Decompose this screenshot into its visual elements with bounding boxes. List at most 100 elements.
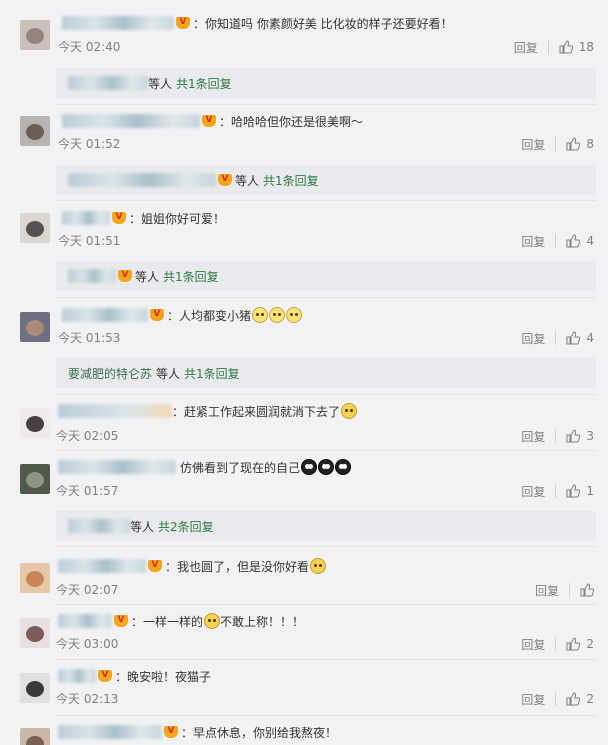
reply-button[interactable]: 回复: [521, 233, 545, 250]
username[interactable]: [62, 114, 200, 128]
comment-text: ：赶紧工作起来圆润就消下去了: [172, 404, 341, 419]
avatar[interactable]: [20, 116, 50, 146]
username[interactable]: [58, 614, 112, 628]
reply-suffix: 等人: [156, 366, 181, 381]
pout-emoji-icon: [310, 558, 327, 574]
separator: [569, 583, 570, 597]
avatar[interactable]: [20, 464, 50, 494]
reply-button[interactable]: 回复: [535, 582, 559, 599]
avatar[interactable]: [20, 408, 50, 438]
like-count: 18: [578, 40, 594, 54]
separator: [555, 429, 557, 443]
vip-crown-icon: V: [202, 115, 216, 127]
smile-emoji-icon: [341, 403, 358, 419]
like-count: 2: [586, 692, 594, 706]
like-count: 4: [586, 331, 594, 345]
thumbs-up-icon[interactable]: [566, 484, 581, 498]
comment-line: V ：早点休息，你别给我熬夜！: [58, 723, 337, 741]
thumbs-up-icon[interactable]: [559, 40, 573, 54]
username[interactable]: [62, 211, 110, 225]
reply-button[interactable]: 回复: [521, 691, 545, 708]
reply-button[interactable]: 回复: [521, 428, 545, 445]
comment-text: ：姐姐你好可爱！: [129, 211, 226, 226]
vip-crown-icon: V: [112, 212, 126, 224]
thumbs-up-icon[interactable]: [566, 331, 581, 345]
separator: [555, 692, 557, 706]
separator: [555, 234, 557, 248]
comment-line: V ：哈哈哈但你还是很美啊～: [62, 112, 363, 130]
reply-button[interactable]: 回复: [521, 483, 545, 500]
comment-line: V ：你知道吗 你素颜好美 比化妆的样子还要好看！: [62, 14, 453, 32]
separator: [555, 137, 557, 151]
comment-actions: 回复 1: [521, 483, 594, 499]
avatar[interactable]: [20, 618, 50, 648]
reply-count-link[interactable]: 共1条回复: [176, 75, 232, 92]
divider: [56, 104, 596, 105]
thumbs-up-icon[interactable]: [566, 137, 581, 151]
vip-crown-icon: V: [164, 726, 178, 738]
thumbs-up-icon[interactable]: [566, 234, 581, 248]
comment-text: ：人均都变小猪: [167, 308, 252, 323]
like-count: 8: [586, 137, 594, 151]
reply-username[interactable]: [68, 519, 130, 533]
comment-text: ：一样一样的: [131, 614, 204, 629]
reply-summary[interactable]: V 等人 共1条回复: [56, 261, 596, 291]
vip-crown-icon: V: [150, 309, 164, 321]
reply-count-link[interactable]: 共1条回复: [263, 172, 319, 189]
avatar[interactable]: [20, 213, 50, 243]
reply-button[interactable]: 回复: [521, 136, 545, 153]
username[interactable]: [62, 16, 174, 30]
username[interactable]: [58, 559, 146, 573]
avatar[interactable]: [20, 20, 50, 50]
reply-suffix: 等人: [135, 269, 160, 284]
reply-summary[interactable]: 等人 共1条回复: [56, 68, 596, 98]
comment-text: ：晚安啦！夜猫子: [115, 669, 212, 684]
reply-suffix: 等人: [130, 519, 155, 534]
grin-emoji-icon: [204, 613, 221, 629]
reply-count-link[interactable]: 共2条回复: [158, 518, 214, 535]
reply-count-link[interactable]: 共1条回复: [163, 268, 219, 285]
comment-actions: 回复 4: [521, 233, 594, 249]
thumbs-up-icon[interactable]: [566, 692, 581, 706]
crying-emoji-icon: [318, 459, 335, 475]
reply-username[interactable]: [68, 269, 116, 283]
comment-line: V ：人均都变小猪: [62, 306, 303, 324]
comment-line: V ：一样一样的 不敢上称！！！: [58, 612, 304, 630]
thumbs-up-icon[interactable]: [580, 583, 594, 597]
username[interactable]: [58, 404, 172, 418]
thumbs-up-icon[interactable]: [566, 429, 581, 443]
comment-text: ：我也圆了，但是没你好看: [165, 559, 310, 574]
divider: [56, 604, 596, 605]
avatar[interactable]: [20, 312, 50, 342]
divider: [56, 450, 596, 451]
reply-suffix: 等人: [148, 76, 173, 91]
comment-text: 仿佛看到了现在的自己: [180, 460, 301, 475]
reply-button[interactable]: 回复: [521, 330, 545, 347]
divider: [56, 546, 596, 547]
comment-actions: 回复 4: [521, 330, 594, 346]
separator: [555, 331, 557, 345]
username[interactable]: [58, 669, 96, 683]
avatar[interactable]: [20, 728, 50, 745]
username[interactable]: [58, 460, 176, 474]
reply-username[interactable]: [68, 173, 216, 187]
vip-crown-icon: V: [114, 615, 128, 627]
username[interactable]: [58, 725, 162, 739]
like-count: 4: [586, 234, 594, 248]
reply-summary[interactable]: 等人 共2条回复: [56, 511, 596, 541]
reply-username[interactable]: [68, 76, 148, 90]
avatar[interactable]: [20, 673, 50, 703]
avatar[interactable]: [20, 563, 50, 593]
reply-count-link[interactable]: 共1条回复: [184, 365, 240, 382]
reply-summary[interactable]: V 等人 共1条回复: [56, 165, 596, 195]
comment-actions: 回复 2: [521, 636, 594, 652]
username[interactable]: [62, 308, 148, 322]
thumbs-up-icon[interactable]: [566, 637, 581, 651]
reply-button[interactable]: 回复: [521, 636, 545, 653]
vip-crown-icon: V: [148, 560, 162, 572]
reply-username[interactable]: 要减肥的特仑苏: [68, 365, 152, 382]
reply-button[interactable]: 回复: [514, 39, 538, 56]
crying-emoji-icon: [335, 459, 352, 475]
comment-actions: 回复 8: [521, 136, 594, 152]
reply-summary[interactable]: 要减肥的特仑苏 等人 共1条回复: [56, 358, 596, 388]
